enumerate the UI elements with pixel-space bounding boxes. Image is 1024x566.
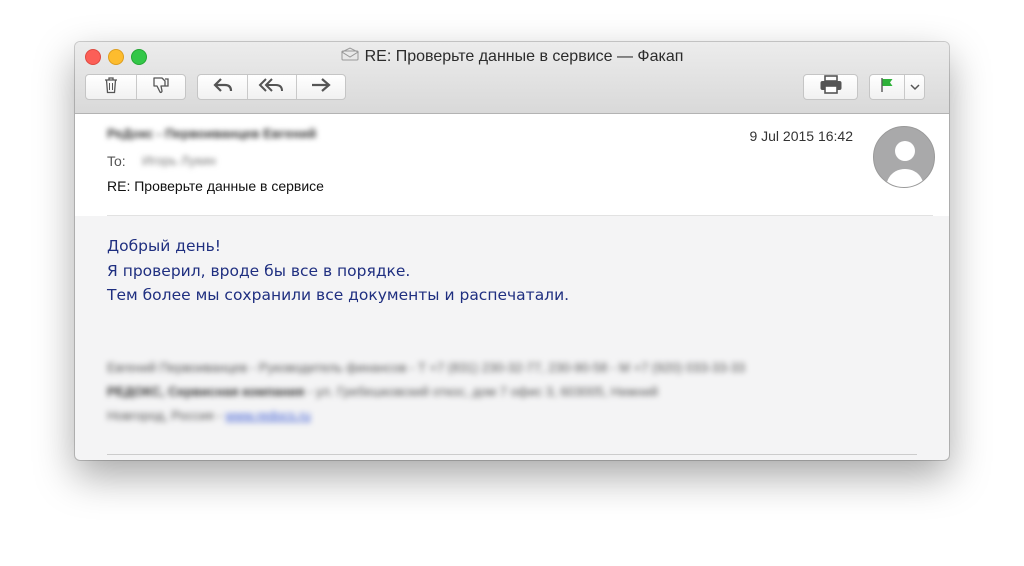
message-subject: RE: Проверьте данные в сервисе — [107, 178, 324, 194]
person-silhouette-icon — [874, 141, 934, 187]
body-line: Тем более мы сохранили все документы и р… — [107, 286, 570, 304]
signature-line: Новгород, Россия - www.redocs.ru — [107, 404, 917, 428]
junk-button[interactable] — [135, 75, 186, 99]
signature-line: РЕДОКС, Сервисная компания - ул. Гребешк… — [107, 380, 917, 404]
message-header: РеДокс - Первоиванцев Евгений To: Игорь … — [75, 114, 949, 216]
flag-icon — [879, 77, 895, 98]
envelope-icon — [340, 47, 359, 67]
flag-group — [869, 74, 925, 100]
body-line: Добрый день! — [107, 237, 221, 255]
signature-address: - ул. Гребешковский откос, дом 7 офис 3,… — [304, 384, 658, 399]
to-label: To: — [107, 153, 126, 169]
reply-all-icon — [258, 77, 286, 98]
trash-icon — [103, 76, 119, 99]
header-divider — [107, 215, 933, 216]
chevron-down-icon — [909, 78, 920, 96]
forward-icon — [310, 77, 332, 98]
message-date: 9 Jul 2015 16:42 — [749, 128, 853, 144]
flag-button[interactable] — [870, 75, 904, 99]
delete-junk-group — [85, 74, 186, 100]
print-group — [803, 74, 858, 100]
body-line: Я проверил, вроде бы все в порядке. — [107, 261, 411, 280]
recipient-name[interactable]: Игорь Лукин — [142, 153, 216, 168]
window-title-text: RE: Проверьте данные в сервисе — Факап — [364, 48, 684, 65]
reply-all-button[interactable] — [247, 75, 296, 99]
signature: Евгений Первоиванцев - Руководитель фина… — [107, 356, 917, 428]
reply-button[interactable] — [198, 75, 247, 99]
signature-company: РЕДОКС, Сервисная компания — [107, 384, 305, 399]
reply-icon — [212, 77, 234, 98]
delete-button[interactable] — [86, 75, 136, 99]
thumbs-down-icon — [151, 76, 171, 99]
signature-line: Евгений Первоиванцев - Руководитель фина… — [107, 360, 746, 375]
signature-link[interactable]: www.redocs.ru — [225, 408, 310, 423]
sender-name[interactable]: РеДокс - Первоиванцев Евгений — [107, 126, 316, 141]
printer-icon — [819, 74, 843, 100]
avatar — [873, 126, 935, 188]
window-title: RE: Проверьте данные в сервисе — Факап — [75, 47, 949, 67]
reply-group — [197, 74, 346, 100]
body-bottom-divider — [107, 454, 917, 455]
print-button[interactable] — [804, 74, 857, 100]
message-body: Добрый день! Я проверил, вроде бы все в … — [107, 234, 569, 308]
signature-city: Новгород, Россия - — [107, 408, 226, 423]
forward-button[interactable] — [296, 75, 345, 99]
title-bar: RE: Проверьте данные в сервисе — Факап — [75, 42, 949, 114]
mail-window: RE: Проверьте данные в сервисе — Факап Р… — [75, 42, 949, 460]
flag-menu-button[interactable] — [904, 75, 924, 99]
